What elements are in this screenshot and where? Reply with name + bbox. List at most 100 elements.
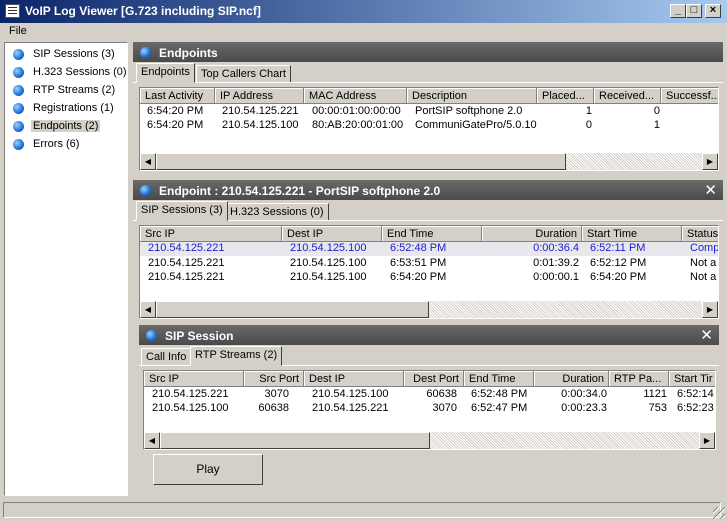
cell-src-ip: 210.54.125.100: [152, 402, 229, 414]
cell-received: 1: [653, 119, 660, 131]
minimize-button[interactable]: _: [670, 4, 686, 18]
cell-duration: 0:00:23.3: [561, 402, 607, 414]
cell-ip: 210.54.125.100: [222, 119, 299, 131]
panel-title: Endpoints: [159, 46, 218, 60]
cell-rtp-packets: 753: [648, 402, 667, 414]
tab-sip-sessions[interactable]: SIP Sessions (3): [136, 201, 228, 221]
column-header[interactable]: Src IP: [144, 371, 244, 387]
column-header[interactable]: Placed...: [537, 88, 594, 104]
cell-start-time: 6:54:20 PM: [590, 271, 647, 283]
menu-bar: File: [0, 23, 727, 41]
cell-src-port: 3070: [264, 388, 289, 400]
play-button[interactable]: Play: [153, 454, 263, 485]
cell-placed: 1: [585, 105, 592, 117]
bullet-icon: [13, 67, 24, 78]
cell-dest-ip: 210.54.125.100: [290, 242, 367, 254]
horizontal-scrollbar[interactable]: ◀ ▶: [144, 432, 715, 449]
column-header[interactable]: Duration: [534, 371, 609, 387]
panel-title: SIP Session: [165, 329, 234, 343]
close-icon[interactable]: ✕: [700, 326, 713, 344]
scroll-left-icon[interactable]: ◀: [144, 432, 160, 449]
table-row[interactable]: 210.54.125.221 210.54.125.100 6:52:48 PM…: [140, 242, 718, 256]
title-bar[interactable]: VoIP Log Viewer [G.723 including SIP.ncf…: [0, 0, 727, 23]
panel-title: Endpoint : 210.54.125.221 - PortSIP soft…: [159, 184, 441, 198]
status-bar: [0, 500, 727, 521]
scroll-track[interactable]: [430, 432, 699, 449]
table-row[interactable]: 210.54.125.221 210.54.125.100 6:53:51 PM…: [140, 257, 718, 271]
cell-duration: 0:00:34.0: [561, 388, 607, 400]
table-row[interactable]: 210.54.125.221 210.54.125.100 6:54:20 PM…: [140, 271, 718, 285]
close-icon[interactable]: ✕: [704, 181, 717, 199]
column-header[interactable]: Status: [682, 226, 718, 242]
menu-file[interactable]: File: [9, 25, 27, 37]
endpoints-table[interactable]: Last Activity IP Address MAC Address Des…: [139, 87, 719, 171]
column-header[interactable]: Start Time: [582, 226, 682, 242]
cell-placed: 0: [585, 119, 592, 131]
bullet-icon: [13, 49, 24, 60]
tab-rtp-streams[interactable]: RTP Streams (2): [190, 346, 283, 366]
column-header[interactable]: Last Activity: [140, 88, 215, 104]
column-header[interactable]: Dest IP: [304, 371, 404, 387]
tab-call-info[interactable]: Call Info: [141, 348, 192, 366]
scroll-left-icon[interactable]: ◀: [140, 301, 156, 318]
cell-status: Not a: [690, 257, 717, 269]
scroll-left-icon[interactable]: ◀: [140, 153, 156, 170]
table-row[interactable]: 210.54.125.100 60638 210.54.125.221 3070…: [144, 402, 715, 416]
panel-bullet-icon: [140, 185, 151, 196]
column-header[interactable]: Src IP: [140, 226, 282, 242]
column-header[interactable]: End Time: [464, 371, 534, 387]
column-header[interactable]: Dest Port: [404, 371, 464, 387]
table-row[interactable]: 210.54.125.221 3070 210.54.125.100 60638…: [144, 388, 715, 402]
column-header[interactable]: IP Address: [215, 88, 304, 104]
cell-src-ip: 210.54.125.221: [148, 257, 225, 269]
rtp-streams-table[interactable]: Src IP Src Port Dest IP Dest Port End Ti…: [143, 370, 716, 450]
tab-top-callers-chart[interactable]: Top Callers Chart: [196, 65, 291, 83]
cell-last-activity: 6:54:20 PM: [147, 119, 204, 131]
table-row[interactable]: 6:54:20 PM 210.54.125.100 80:AB:20:00:01…: [140, 119, 718, 133]
horizontal-scrollbar[interactable]: ◀ ▶: [140, 301, 718, 318]
table-row[interactable]: 6:54:20 PM 210.54.125.221 00:00:01:00:00…: [140, 105, 718, 119]
scroll-right-icon[interactable]: ▶: [699, 432, 715, 449]
cell-duration: 0:01:39.2: [533, 257, 579, 269]
scroll-thumb[interactable]: [160, 432, 430, 449]
tab-h323-sessions[interactable]: H.323 Sessions (0): [225, 203, 329, 221]
cell-last-activity: 6:54:20 PM: [147, 105, 204, 117]
column-header[interactable]: Duration: [482, 226, 582, 242]
scroll-thumb[interactable]: [156, 153, 566, 170]
scroll-right-icon[interactable]: ▶: [702, 301, 718, 318]
column-header[interactable]: Received...: [594, 88, 661, 104]
horizontal-scrollbar[interactable]: ◀ ▶: [140, 153, 718, 170]
cell-dest-ip: 210.54.125.100: [312, 388, 389, 400]
sip-sessions-table[interactable]: Src IP Dest IP End Time Duration Start T…: [139, 225, 719, 319]
cell-start-time: 6:52:12 PM: [590, 257, 647, 269]
scroll-track[interactable]: [429, 301, 702, 318]
tab-endpoints[interactable]: Endpoints: [136, 63, 195, 83]
cell-end-time: 6:52:48 PM: [390, 242, 447, 254]
column-header[interactable]: Src Port: [244, 371, 304, 387]
sidebar-item-label: Errors (6): [33, 138, 80, 150]
sidebar-item-label: RTP Streams (2): [33, 84, 116, 96]
sidebar-item-label: Endpoints (2): [31, 120, 101, 132]
cell-received: 0: [653, 105, 660, 117]
cell-src-ip: 210.54.125.221: [152, 388, 229, 400]
column-header[interactable]: End Time: [382, 226, 482, 242]
cell-src-ip: 210.54.125.221: [148, 271, 225, 283]
sip-session-header: SIP Session ✕: [139, 325, 719, 345]
scroll-right-icon[interactable]: ▶: [702, 153, 718, 170]
column-header[interactable]: Dest IP: [282, 226, 382, 242]
column-header[interactable]: MAC Address: [304, 88, 407, 104]
scroll-track[interactable]: [566, 153, 702, 170]
sidebar-tree[interactable]: SIP Sessions (3) H.323 Sessions (0) RTP …: [4, 42, 128, 496]
column-header[interactable]: Successf...: [661, 88, 718, 104]
cell-dest-port: 3070: [432, 402, 457, 414]
column-header[interactable]: Start Tir: [669, 371, 715, 387]
column-header[interactable]: Description: [407, 88, 537, 104]
sidebar-item-label: Registrations (1): [33, 102, 114, 114]
sidebar-item-label: H.323 Sessions (0): [33, 66, 127, 78]
panel-bullet-icon: [146, 330, 157, 341]
scroll-thumb[interactable]: [156, 301, 429, 318]
resize-grip-icon[interactable]: [713, 507, 725, 519]
column-header[interactable]: RTP Pa...: [609, 371, 669, 387]
close-window-button[interactable]: ×: [705, 4, 721, 18]
maximize-button[interactable]: □: [686, 4, 702, 18]
